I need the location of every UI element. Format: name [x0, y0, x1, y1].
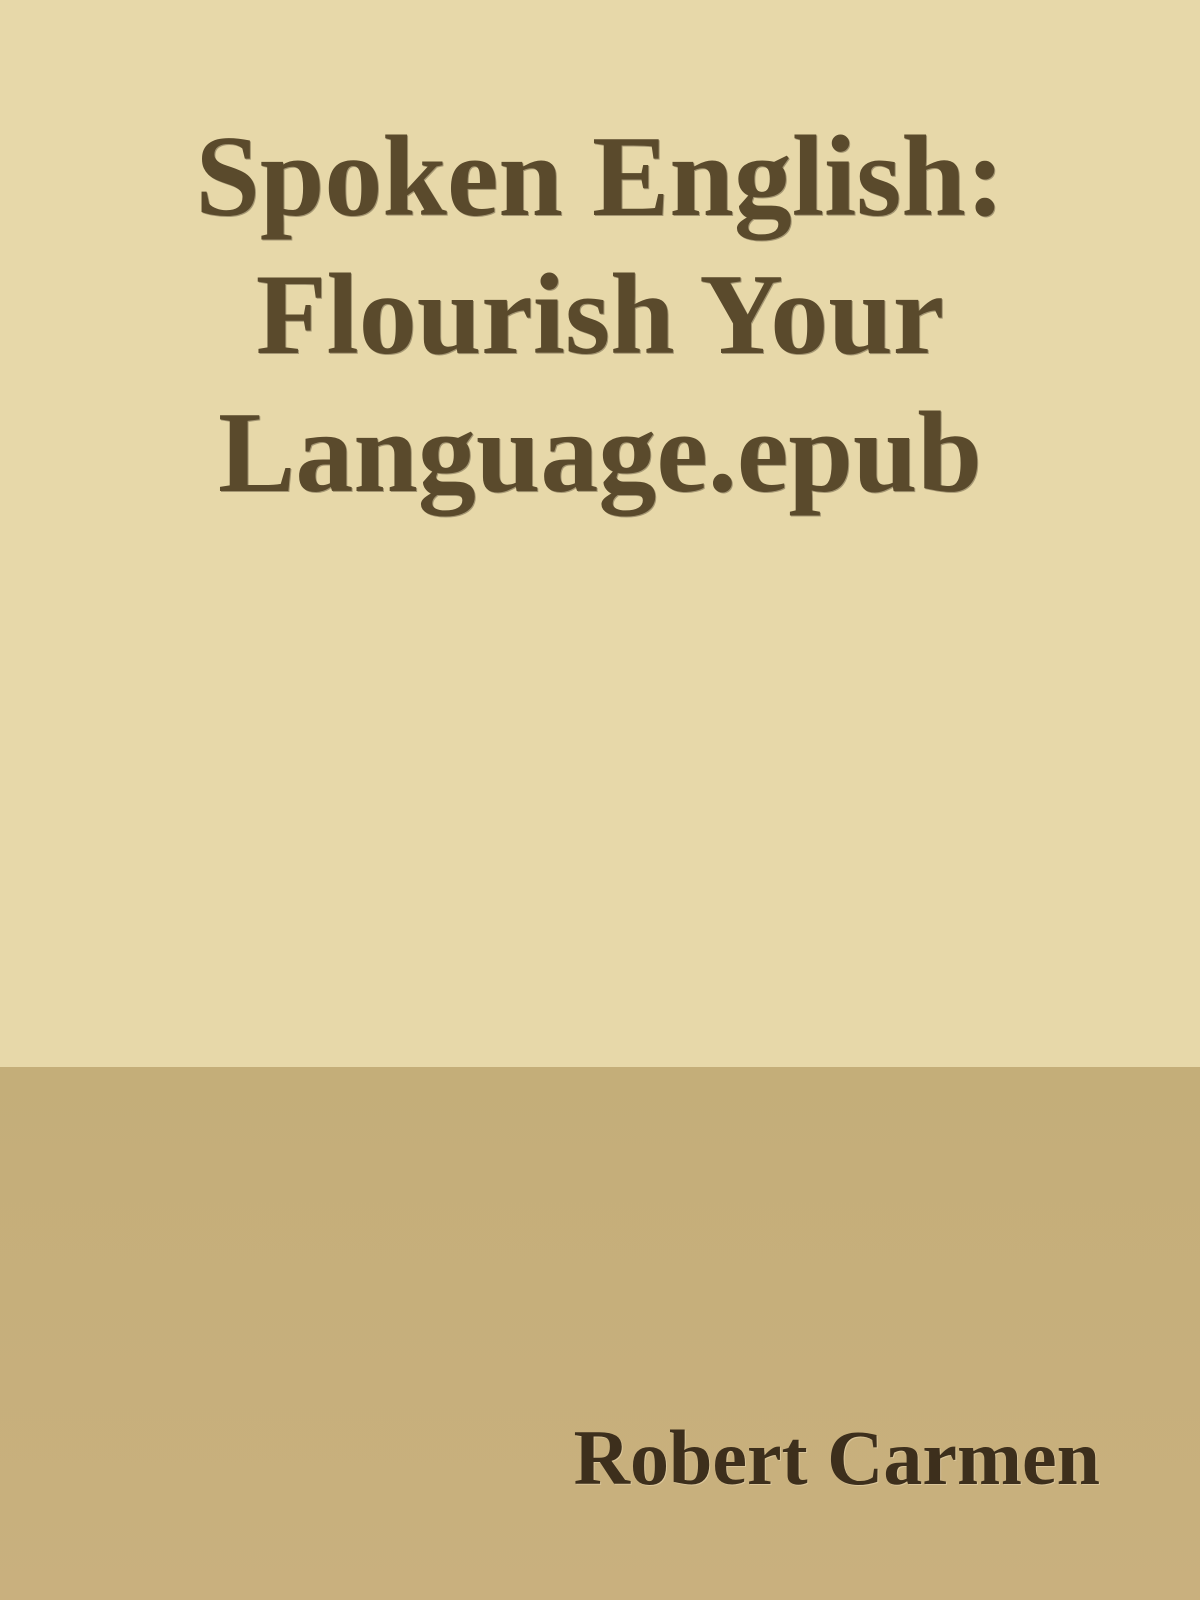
book-author: Robert Carmen	[573, 1414, 1100, 1501]
book-title: Spoken English: Flourish Your Language.e…	[195, 113, 1005, 517]
cover-bottom-panel	[0, 1067, 1200, 1600]
cover-top-panel: Spoken English: Flourish Your Language.e…	[0, 0, 1200, 1067]
book-cover: Spoken English: Flourish Your Language.e…	[0, 0, 1200, 1600]
